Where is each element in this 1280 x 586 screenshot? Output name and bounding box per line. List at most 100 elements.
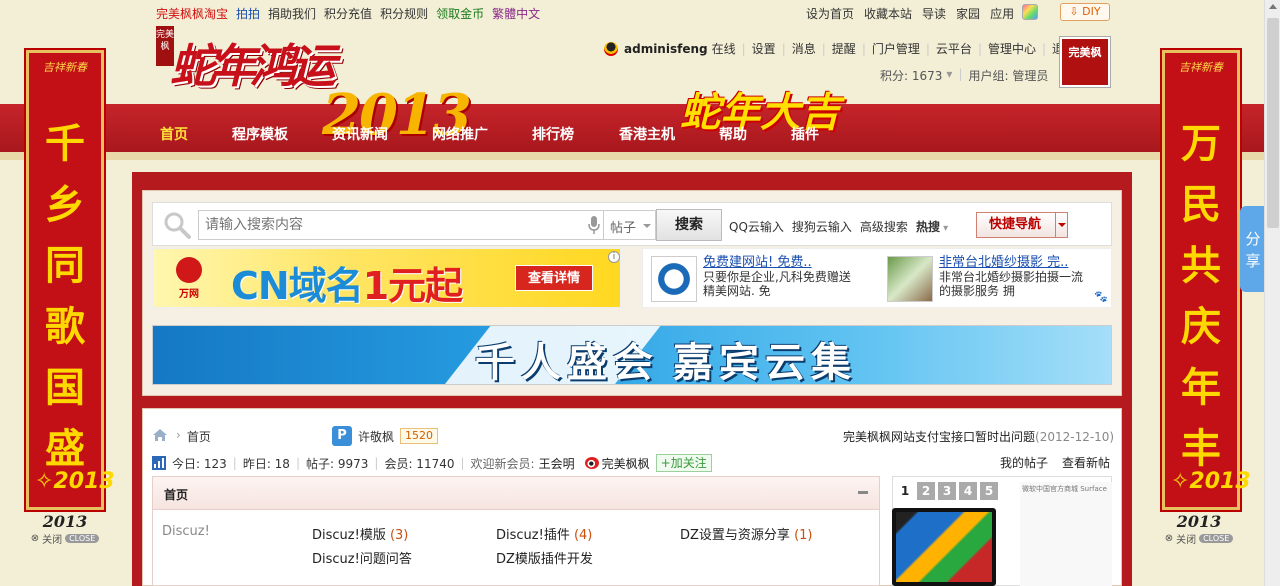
slide-image-tablet[interactable] bbox=[892, 508, 996, 586]
user-avatar[interactable]: 完美枫 bbox=[1060, 37, 1110, 87]
qq-cloud-input-link[interactable]: QQ云输入 bbox=[729, 218, 784, 235]
text-ad-2[interactable]: 非常台北婚纱摄影 完.. 非常台北婚纱摄影拍摄一流的摄影服务 拥 bbox=[887, 256, 1093, 302]
slide-tab-3[interactable]: 3 bbox=[938, 482, 956, 500]
forum-category-title[interactable]: 首页 bbox=[164, 486, 188, 503]
forum-cell[interactable]: DZ模版插件开发 bbox=[496, 548, 593, 567]
top-link-donate[interactable]: 捐助我们 bbox=[268, 5, 316, 22]
user-link-alerts[interactable]: 提醒 bbox=[832, 40, 856, 57]
forum-cell[interactable]: Discuz!插件 (4) bbox=[496, 524, 592, 543]
close-button[interactable]: CLOSE bbox=[1199, 534, 1234, 543]
advanced-search-link[interactable]: 高级搜索 bbox=[860, 218, 908, 235]
search-scope-select[interactable]: 帖子 bbox=[604, 210, 656, 240]
nav-item-plugins[interactable]: 插件 bbox=[791, 124, 841, 144]
close-label[interactable]: 关闭 bbox=[1176, 531, 1196, 546]
forum-name[interactable]: DZ设置与资源分享 bbox=[680, 528, 790, 543]
nav-item-rankings[interactable]: 排行榜 bbox=[532, 124, 619, 144]
microphone-icon[interactable] bbox=[588, 216, 600, 234]
forum-category-header[interactable] bbox=[152, 476, 880, 510]
forum-name[interactable]: DZ模版插件开发 bbox=[496, 552, 593, 567]
text-ad-2-thumb[interactable] bbox=[887, 256, 933, 302]
share-tab[interactable]: 分享 bbox=[1240, 206, 1266, 292]
user-link-admin-center[interactable]: 管理中心 bbox=[988, 40, 1036, 57]
forum-cell[interactable]: Discuz!问题问答 bbox=[312, 548, 412, 567]
slide-tab-2[interactable]: 2 bbox=[917, 482, 935, 500]
top-link-paipai[interactable]: 拍拍 bbox=[236, 5, 260, 22]
online-status[interactable]: 在线 bbox=[712, 40, 736, 57]
view-details-button[interactable]: 查看详情 bbox=[515, 265, 593, 291]
follow-button[interactable]: +加关注 bbox=[655, 454, 712, 472]
moderator-name[interactable]: 许敬枫 bbox=[358, 428, 394, 445]
top-link-taobao[interactable]: 完美枫枫淘宝 bbox=[156, 5, 228, 22]
text-ad-2-title[interactable]: 非常台北婚纱摄影 完.. bbox=[939, 256, 1093, 270]
forum-name[interactable]: Discuz!模版 bbox=[312, 528, 386, 543]
close-button[interactable]: CLOSE bbox=[65, 534, 100, 543]
top-link-traditional[interactable]: 繁體中文 bbox=[492, 5, 540, 22]
text-ad-1-thumb[interactable] bbox=[651, 256, 697, 302]
sogou-cloud-input-link[interactable]: 搜狗云输入 bbox=[792, 218, 852, 235]
slide-image-product-list[interactable]: 微软中国官方商城 Surface bbox=[1020, 482, 1112, 586]
username-link[interactable]: adminisfeng bbox=[624, 42, 708, 56]
nav-item-help[interactable]: 帮助 bbox=[719, 124, 791, 144]
announcement[interactable]: 完美枫枫网站支付宝接口暂时出问题(2012-12-10) bbox=[843, 428, 1114, 445]
ad-info-icon[interactable]: i bbox=[608, 251, 620, 263]
forum-category-name[interactable]: Discuz! bbox=[162, 524, 210, 539]
top-link-home[interactable]: 家园 bbox=[956, 5, 980, 22]
points-dropdown-icon[interactable]: ▾ bbox=[946, 67, 952, 84]
couplet-left-close[interactable]: 2013 ⊗ 关闭 CLOSE bbox=[26, 512, 104, 546]
announcement-text[interactable]: 完美枫枫网站支付宝接口暂时出问题 bbox=[843, 430, 1035, 444]
moderator-icon[interactable]: P bbox=[332, 426, 352, 446]
couplet-left[interactable]: 吉祥新春 千乡同歌国盛 ✧2013 bbox=[26, 50, 115, 510]
top-link-apps[interactable]: 应用 bbox=[990, 5, 1014, 22]
my-posts-link[interactable]: 我的帖子 bbox=[1000, 454, 1048, 471]
home-icon[interactable] bbox=[152, 428, 168, 442]
forum-name[interactable]: Discuz!问题问答 bbox=[312, 552, 412, 567]
breadcrumb-home[interactable]: 首页 bbox=[187, 428, 211, 445]
slide-tab-4[interactable]: 4 bbox=[959, 482, 977, 500]
couplet-right[interactable]: 吉祥新春 万民共庆年丰 ✧2013 bbox=[1162, 50, 1251, 510]
user-group[interactable]: 用户组: 管理员 bbox=[968, 67, 1048, 84]
couplet-right-close[interactable]: 2013 ⊗ 关闭 CLOSE bbox=[1160, 512, 1238, 546]
text-ad-1[interactable]: 免费建网站! 免费.. 只要你是企业,凡科免费赠送精美网站. 免 bbox=[651, 256, 861, 302]
collapse-icon[interactable] bbox=[858, 491, 868, 494]
top-link-gold[interactable]: 领取金币 bbox=[436, 5, 484, 22]
new-posts-link[interactable]: 查看新帖 bbox=[1062, 454, 1110, 471]
paw-icon[interactable]: 🐾 bbox=[1094, 290, 1108, 303]
top-link-recharge[interactable]: 积分充值 bbox=[324, 5, 372, 22]
chevron-down-icon[interactable] bbox=[1055, 213, 1067, 237]
skin-palette-icon[interactable] bbox=[1022, 4, 1038, 20]
user-link-cloud[interactable]: 云平台 bbox=[936, 40, 972, 57]
domain-ad-banner[interactable]: 万网 CN域名1元起 查看详情 i bbox=[152, 248, 621, 308]
search-input[interactable] bbox=[198, 210, 604, 240]
diy-button[interactable]: ⇩ DIY bbox=[1060, 3, 1110, 21]
newest-member-link[interactable]: 王会明 bbox=[539, 455, 575, 472]
conference-banner[interactable]: 千人盛会 嘉宾云集 bbox=[152, 325, 1112, 385]
user-link-settings[interactable]: 设置 bbox=[752, 40, 776, 57]
hot-search-dropdown[interactable]: 热搜 bbox=[916, 218, 948, 235]
nav-item-home[interactable]: 首页 bbox=[160, 124, 232, 144]
text-ad-1-title[interactable]: 免费建网站! 免费.. bbox=[703, 256, 861, 270]
user-link-portal-admin[interactable]: 门户管理 bbox=[872, 40, 920, 57]
forum-cell[interactable]: Discuz!模版 (3) bbox=[312, 524, 408, 543]
scrollbar-thumb[interactable] bbox=[1267, 18, 1279, 228]
quick-nav-button[interactable]: 快捷导航 bbox=[976, 212, 1068, 238]
forum-name[interactable]: Discuz!插件 bbox=[496, 528, 570, 543]
top-link-sethome[interactable]: 设为首页 bbox=[806, 5, 854, 22]
close-label[interactable]: 关闭 bbox=[42, 531, 62, 546]
top-link-guide[interactable]: 导读 bbox=[922, 5, 946, 22]
nav-item-promotion[interactable]: 网络推广 bbox=[432, 124, 532, 144]
nav-item-templates[interactable]: 程序模板 bbox=[232, 124, 332, 144]
site-logo[interactable]: 完美枫 蛇年鸿运 bbox=[156, 26, 346, 93]
nav-item-news[interactable]: 资讯新闻 bbox=[332, 124, 432, 144]
top-link-bookmark[interactable]: 收藏本站 bbox=[864, 5, 912, 22]
slide-tab-5[interactable]: 5 bbox=[980, 482, 998, 500]
weibo-link[interactable]: 完美枫枫 bbox=[584, 455, 650, 472]
weibo-name[interactable]: 完美枫枫 bbox=[602, 455, 650, 472]
top-link-rules[interactable]: 积分规则 bbox=[380, 5, 428, 22]
scroll-up-icon[interactable] bbox=[1269, 4, 1277, 9]
nav-item-hk-hosting[interactable]: 香港主机 bbox=[619, 124, 719, 144]
user-link-messages[interactable]: 消息 bbox=[792, 40, 816, 57]
slide-tab-1[interactable]: 1 bbox=[896, 482, 914, 500]
page-scrollbar[interactable] bbox=[1264, 0, 1280, 586]
search-button[interactable]: 搜索 bbox=[656, 209, 722, 241]
forum-cell[interactable]: DZ设置与资源分享 (1) bbox=[680, 524, 812, 543]
